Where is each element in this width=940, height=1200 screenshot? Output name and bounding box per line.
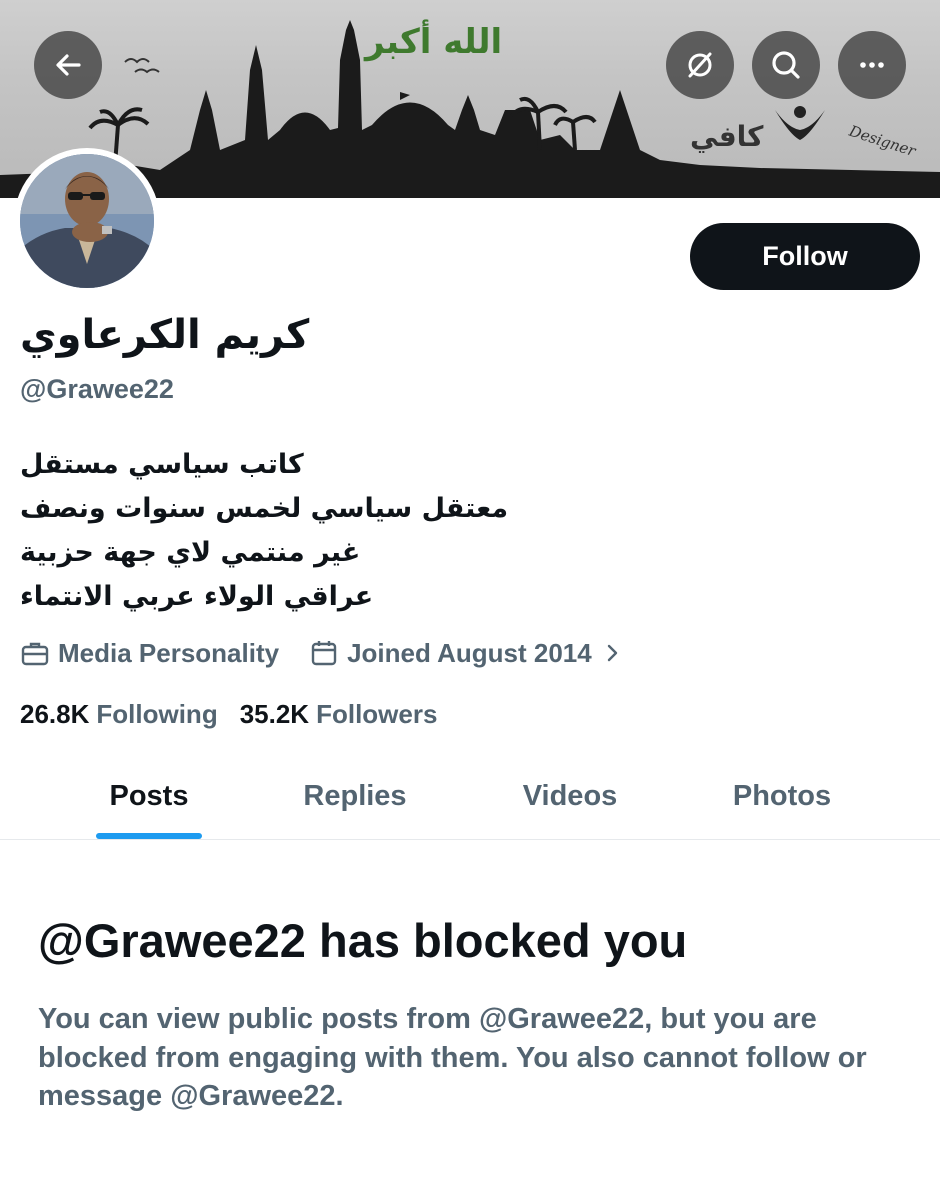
bio-line: عراقي الولاء عربي الانتماء [20,581,374,612]
banner-caption: الله أكبر [365,22,503,62]
display-name: كريم الكرعاوي [20,312,310,358]
following-count: 26.8K [20,698,90,729]
profile-meta: Media Personality Joined August 2014 [20,635,632,671]
eye-off-icon [688,52,712,78]
bio-line: معتقل سياسي لخمس سنوات ونصف [20,493,509,524]
bio-line: كاتب سياسي مستقل [20,449,304,480]
briefcase-icon [21,642,49,666]
tab-posts[interactable]: Posts [82,752,216,840]
profile-joined-label: Joined August 2014 [347,637,592,668]
chevron-right-icon [607,644,617,662]
profile-bio: كاتب سياسي مستقل معتقل سياسي لخمس سنوات … [20,443,580,619]
search-button[interactable] [752,31,820,99]
profile-banner[interactable]: الله أكبر كافي Designer [0,0,940,198]
hide-profile-button[interactable] [666,31,734,99]
profile-joined[interactable]: Joined August 2014 [309,638,632,669]
active-tab-indicator [96,833,202,839]
following-link[interactable]: 26.8K Following [20,699,218,730]
bio-line: غير منتمي لاي جهة حزبية [20,537,361,568]
back-button[interactable] [34,31,102,99]
tab-replies[interactable]: Replies [280,752,430,840]
calendar-icon [311,641,337,666]
tab-photos[interactable]: Photos [710,752,854,840]
tab-videos[interactable]: Videos [497,752,643,840]
followers-link[interactable]: 35.2K Followers [240,699,438,730]
more-icon [860,62,884,68]
profile-category: Media Personality [20,638,279,669]
avatar[interactable] [14,148,160,294]
blocked-title: @Grawee22 has blocked you [38,914,688,967]
profile-category-label: Media Personality [58,637,280,668]
follow-button[interactable]: Follow [690,223,920,290]
search-icon [772,51,800,79]
banner-logo-text: كافي [690,120,764,153]
following-label: Following [96,698,218,729]
more-button[interactable] [838,31,906,99]
profile-handle: @Grawee22 [20,374,174,404]
back-arrow-icon [56,54,81,76]
profile-stats: 26.8K Following 35.2K Followers [20,697,437,731]
followers-count: 35.2K [239,698,310,729]
profile-tabs: Posts Replies Videos Photos [0,752,940,840]
avatar-photo [20,154,154,288]
followers-label: Followers [316,698,438,729]
blocked-message: You can view public posts from @Grawee22… [38,1003,867,1112]
